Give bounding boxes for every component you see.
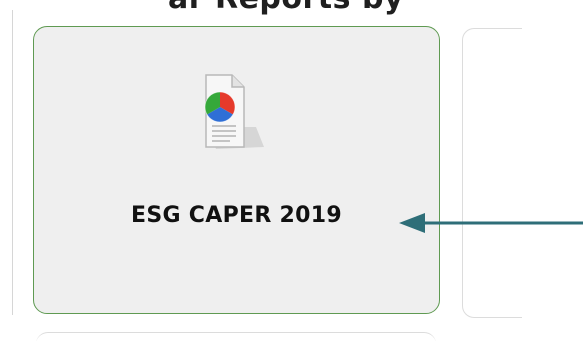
page: ar Reports by (0, 0, 588, 341)
arrow-left-icon (395, 208, 585, 238)
left-divider (12, 10, 13, 315)
report-pie-chart-icon (186, 69, 266, 159)
report-tile-esg-caper-2019[interactable]: ESG CAPER 2019 (33, 26, 440, 314)
report-tile-partial-below[interactable] (36, 332, 436, 341)
report-tile-partial-right[interactable] (462, 28, 522, 318)
page-heading: ar Reports by (168, 0, 404, 16)
tile-label: ESG CAPER 2019 (131, 203, 342, 228)
